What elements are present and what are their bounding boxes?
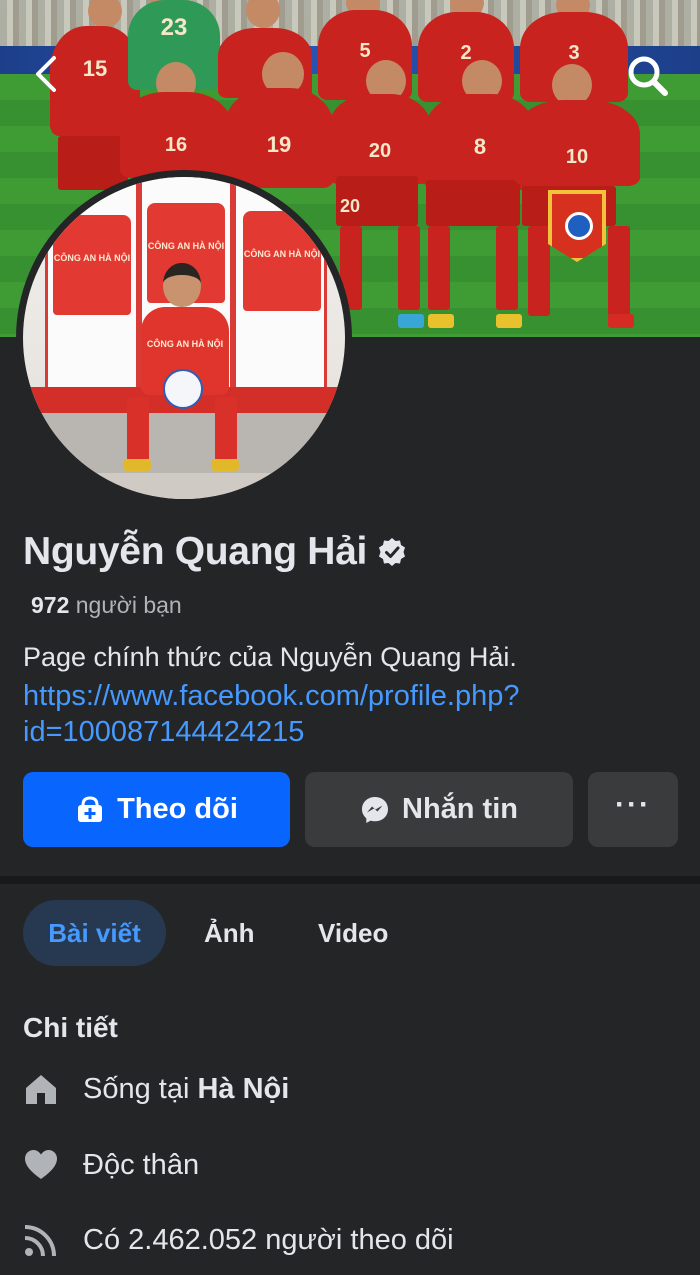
player-shoe — [608, 314, 634, 328]
hanging-jersey: CÔNG AN HÀ NỘI — [53, 215, 131, 315]
relationship-status: Độc thân — [83, 1148, 200, 1181]
tab-posts[interactable]: Bài viết — [23, 900, 166, 966]
avatar-photo: CÔNG AN HÀ NỘI CÔNG AN HÀ NỘI CÔNG AN HÀ… — [23, 177, 345, 499]
player-leg — [608, 226, 630, 316]
search-icon — [628, 56, 668, 96]
player-shoe — [211, 459, 239, 471]
friends-number: 972 — [31, 592, 70, 618]
friends-label: người bạn — [75, 592, 182, 618]
player: 16 — [120, 92, 232, 178]
verified-badge-icon — [379, 538, 406, 566]
more-icon: ··· — [615, 787, 651, 821]
football — [163, 369, 203, 409]
follow-button[interactable]: Theo dõi — [23, 772, 290, 847]
more-options-button[interactable]: ··· — [588, 772, 678, 847]
player-shoe — [496, 314, 522, 328]
follow-icon — [78, 795, 103, 822]
rss-icon — [24, 1225, 56, 1257]
player-leg — [215, 397, 237, 459]
section-divider — [0, 876, 700, 884]
messenger-icon — [362, 796, 388, 823]
message-label: Nhắn tin — [402, 793, 518, 825]
detail-relationship: Độc thân — [22, 1146, 199, 1184]
details-title: Chi tiết — [23, 1012, 118, 1043]
heart-icon — [25, 1150, 57, 1179]
profile-bio: Page chính thức của Nguyễn Quang Hải. — [23, 642, 517, 672]
player: 20 — [328, 94, 432, 184]
player: 19 — [224, 88, 334, 188]
message-button[interactable]: Nhắn tin — [305, 772, 573, 847]
chevron-left-icon — [36, 56, 56, 92]
profile-link[interactable]: https://www.facebook.com/profile.php?id=… — [23, 678, 643, 750]
player-shoe — [428, 314, 454, 328]
tab-photos[interactable]: Ảnh — [204, 900, 255, 966]
player-head — [163, 263, 201, 307]
back-button[interactable] — [28, 52, 68, 96]
player-shoe — [398, 314, 424, 328]
search-button[interactable] — [624, 52, 672, 100]
profile-avatar[interactable]: CÔNG AN HÀ NỘI CÔNG AN HÀ NỘI CÔNG AN HÀ… — [16, 170, 352, 506]
tab-video[interactable]: Video — [318, 900, 388, 966]
detail-followers: Có 2.462.052 người theo dõi — [22, 1221, 454, 1259]
profile-name: Nguyễn Quang Hải — [23, 530, 368, 573]
followers-count: Có 2.462.052 người theo dõi — [83, 1223, 454, 1256]
player-leg — [428, 226, 450, 310]
player: 10 — [514, 100, 640, 186]
lives-prefix: Sống tại — [83, 1072, 190, 1105]
player-leg — [398, 226, 420, 310]
profile-name-row: Nguyễn Quang Hải — [23, 530, 407, 574]
bench-base — [23, 413, 345, 473]
player-shorts — [426, 180, 520, 226]
player-leg — [496, 226, 518, 310]
detail-lives-in: Sống tại Hà Nội — [22, 1070, 289, 1108]
follow-label: Theo dõi — [117, 793, 238, 825]
player-leg — [127, 397, 149, 459]
floor — [23, 473, 345, 499]
player-shorts: 20 — [336, 176, 418, 226]
home-icon — [26, 1075, 56, 1104]
player-leg — [528, 226, 550, 316]
lives-city[interactable]: Hà Nội — [197, 1073, 289, 1106]
hanging-jersey: CÔNG AN HÀ NỘI — [243, 211, 321, 311]
friends-count[interactable]: 972 người bạn — [31, 592, 182, 619]
player-shoe — [123, 459, 151, 471]
pennant-emblem — [565, 212, 593, 240]
